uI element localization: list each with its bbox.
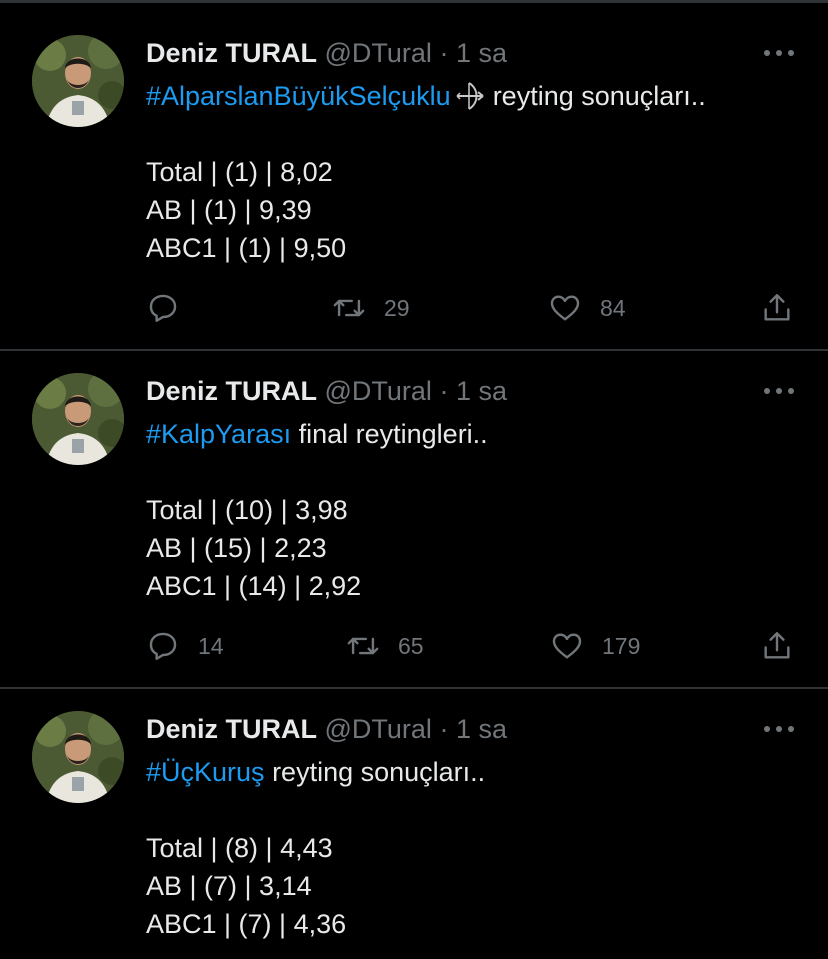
stat-line: Total | (10) | 3,98 (146, 495, 348, 525)
text-suffix: reyting sonuçları.. (492, 81, 706, 111)
display-name[interactable]: Deniz TURAL (146, 714, 317, 744)
like-count: 84 (600, 294, 626, 321)
share-icon (764, 294, 790, 321)
retweet-icon (347, 637, 379, 655)
reply-icon (149, 632, 177, 660)
tweet-actions: 14 65 179 (146, 626, 806, 666)
separator-dot: · (439, 714, 449, 744)
display-name[interactable]: Deniz TURAL (146, 376, 317, 406)
timestamp[interactable]: 1 sa (456, 38, 507, 68)
reply-button[interactable] (146, 288, 198, 328)
avatar-photo (32, 711, 124, 803)
reply-button[interactable]: 14 (146, 626, 224, 666)
share-icon (764, 632, 790, 659)
reply-count: 14 (198, 632, 224, 659)
avatar-photo (32, 35, 124, 127)
share-button[interactable] (760, 626, 794, 666)
rating-stats: Total | (1) | 8,02 AB | (1) | 9,39 ABC1 … (146, 153, 706, 267)
tweet-header: Deniz TURAL @DTural · 1 sa (146, 37, 507, 69)
reply-icon (149, 294, 177, 322)
bow-and-arrow-icon (455, 81, 485, 111)
like-button[interactable]: 179 (550, 626, 640, 666)
heart-icon (550, 295, 580, 321)
avatar-photo (32, 373, 124, 465)
stat-line: AB | (7) | 3,14 (146, 871, 312, 901)
stat-line: ABC1 | (14) | 2,92 (146, 571, 362, 601)
retweet-count: 65 (398, 632, 424, 659)
display-name[interactable]: Deniz TURAL (146, 38, 317, 68)
avatar[interactable] (32, 711, 124, 803)
tweet-text: #AlparslanBüyükSelçuklu reyting sonuçları… (146, 77, 706, 267)
separator-dot: · (439, 376, 449, 406)
retweet-count: 29 (384, 294, 410, 321)
hashtag-link[interactable]: #ÜçKuruş (146, 757, 265, 787)
avatar[interactable] (32, 35, 124, 127)
stat-line: Total | (8) | 4,43 (146, 833, 333, 863)
separator-dot: · (439, 38, 449, 68)
stat-line: ABC1 | (1) | 9,50 (146, 233, 347, 263)
stat-line: ABC1 | (7) | 4,36 (146, 909, 347, 939)
rating-stats: Total | (8) | 4,43 AB | (7) | 3,14 ABC1 … (146, 829, 485, 943)
timestamp[interactable]: 1 sa (456, 376, 507, 406)
handle[interactable]: @DTural (325, 376, 432, 406)
text-suffix: final reytingleri.. (298, 419, 488, 449)
more-options-icon[interactable] (762, 722, 796, 736)
tweet-header: Deniz TURAL @DTural · 1 sa (146, 375, 507, 407)
first-line: #KalpYarası final reytingleri.. (146, 419, 488, 449)
timestamp[interactable]: 1 sa (456, 714, 507, 744)
tweet-header: Deniz TURAL @DTural · 1 sa (146, 713, 507, 745)
hashtag-link[interactable]: #AlparslanBüyükSelçuklu (146, 81, 451, 111)
first-line: #ÜçKuruş reyting sonuçları.. (146, 757, 485, 787)
handle[interactable]: @DTural (325, 714, 432, 744)
tweet[interactable]: Deniz TURAL @DTural · 1 sa #AlparslanBüy… (0, 0, 828, 351)
rating-stats: Total | (10) | 3,98 AB | (15) | 2,23 ABC… (146, 491, 488, 605)
retweet-icon (333, 299, 365, 317)
share-button[interactable] (760, 288, 794, 328)
text-suffix: reyting sonuçları.. (272, 757, 486, 787)
tweet-text: #ÜçKuruş reyting sonuçları.. Total | (8)… (146, 753, 485, 943)
avatar[interactable] (32, 373, 124, 465)
heart-icon (552, 633, 582, 659)
retweet-button[interactable]: 29 (332, 288, 410, 328)
stat-line: AB | (1) | 9,39 (146, 195, 312, 225)
tweet-actions: 29 84 (146, 288, 806, 328)
tweet[interactable]: Deniz TURAL @DTural · 1 sa #ÜçKuruş reyt… (0, 676, 828, 959)
more-options-icon[interactable] (762, 384, 796, 398)
like-count: 179 (602, 632, 641, 659)
tweet[interactable]: Deniz TURAL @DTural · 1 sa #KalpYarası f… (0, 338, 828, 689)
tweet-text: #KalpYarası final reytingleri.. Total | … (146, 415, 488, 605)
retweet-button[interactable]: 65 (346, 626, 424, 666)
like-button[interactable]: 84 (548, 288, 626, 328)
stat-line: Total | (1) | 8,02 (146, 157, 333, 187)
hashtag-link[interactable]: #KalpYarası (146, 419, 291, 449)
more-options-icon[interactable] (762, 46, 796, 60)
handle[interactable]: @DTural (325, 38, 432, 68)
stat-line: AB | (15) | 2,23 (146, 533, 327, 563)
first-line: #AlparslanBüyükSelçuklu reyting sonuçları… (146, 81, 706, 111)
